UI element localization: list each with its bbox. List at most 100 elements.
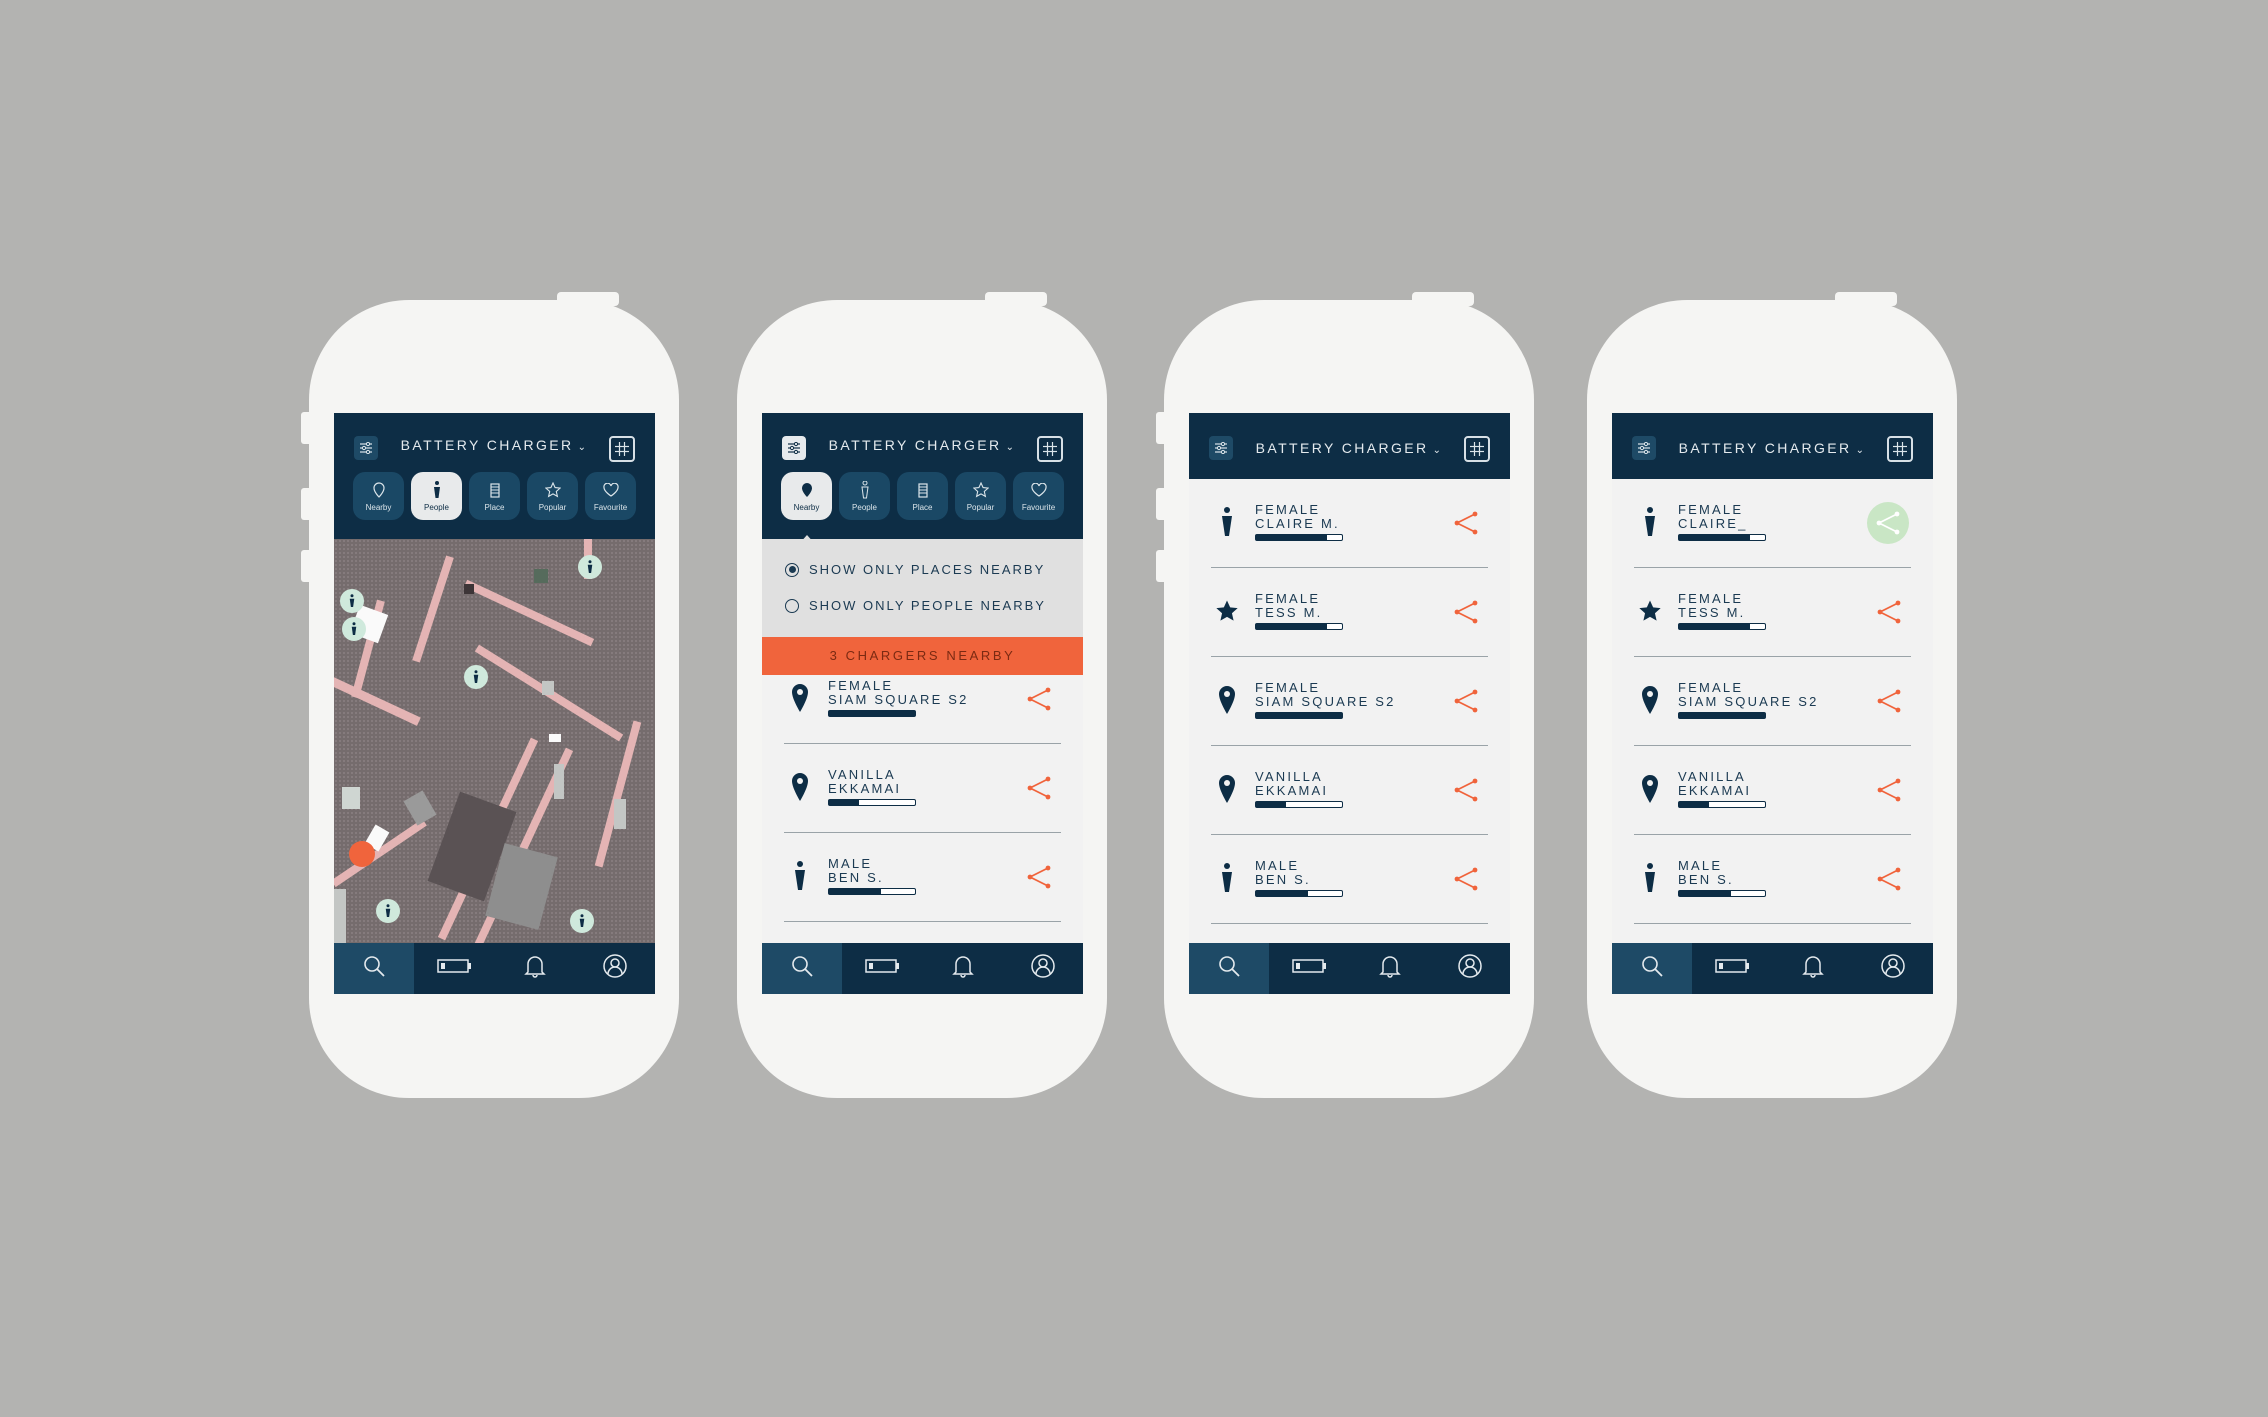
- list-item[interactable]: FEMALE CLAIRE M.: [1211, 479, 1488, 568]
- list-item[interactable]: FEMALE SIAM SQUARE S2: [784, 655, 1061, 744]
- nav-notifications[interactable]: [923, 943, 1003, 994]
- map-person-pin[interactable]: [570, 909, 594, 933]
- list-item[interactable]: MALE BEN S.: [784, 833, 1061, 922]
- item-title: FEMALE: [1255, 591, 1321, 606]
- list-item[interactable]: MALE BEN S.: [1211, 835, 1488, 924]
- tab-favourite[interactable]: Favourite: [1013, 472, 1064, 520]
- item-subtitle: CLAIRE M.: [1255, 516, 1340, 531]
- phone-top-button: [985, 292, 1047, 306]
- list-item[interactable]: FEMALE TESS M.: [1211, 568, 1488, 657]
- nav-search[interactable]: [1612, 943, 1693, 994]
- person-icon: [1215, 861, 1239, 895]
- map-building: [549, 734, 561, 742]
- share-icon[interactable]: [1452, 509, 1480, 537]
- bell-icon: [951, 954, 974, 983]
- tab-people[interactable]: People: [839, 472, 890, 520]
- nav-search[interactable]: [334, 943, 415, 994]
- battery-level-fill: [1256, 535, 1327, 540]
- nav-search[interactable]: [762, 943, 843, 994]
- battery-level-fill: [1256, 891, 1308, 896]
- item-subtitle: BEN S.: [1255, 872, 1311, 887]
- list-item[interactable]: FEMALE SIAM SQUARE S2: [1634, 657, 1911, 746]
- nav-profile[interactable]: [575, 943, 655, 994]
- tab-nearby[interactable]: Nearby: [353, 472, 404, 520]
- list-item[interactable]: FEMALE SIAM SQUARE S2: [1211, 657, 1488, 746]
- tab-nearby[interactable]: Nearby: [781, 472, 832, 520]
- tab-label: Nearby: [793, 503, 820, 512]
- list-item[interactable]: VANILLA EKKAMAI: [1634, 746, 1911, 835]
- app-title[interactable]: BATTERY CHARGER ⌄: [334, 437, 655, 453]
- map-grid-icon[interactable]: [1464, 436, 1490, 462]
- tab-label: Place: [484, 503, 505, 512]
- app-title-text: BATTERY CHARGER: [1255, 440, 1429, 456]
- filter-option-people[interactable]: SHOW ONLY PEOPLE NEARBY: [785, 598, 1046, 613]
- nav-notifications[interactable]: [1773, 943, 1853, 994]
- list-item[interactable]: VANILLA EKKAMAI: [1211, 746, 1488, 835]
- nav-profile[interactable]: [1430, 943, 1510, 994]
- map-person-pin[interactable]: [340, 589, 364, 613]
- tab-popular[interactable]: Popular: [527, 472, 578, 520]
- tab-place[interactable]: Place: [897, 472, 948, 520]
- phone-share-screen: BATTERY CHARGER ⌄ FEMALE CLAIRE_ FEMALE T…: [1587, 292, 1957, 1098]
- radio-selected[interactable]: [785, 562, 799, 577]
- app-title[interactable]: BATTERY CHARGER ⌄: [762, 437, 1083, 453]
- app-header: BATTERY CHARGER ⌄: [1189, 413, 1510, 479]
- search-icon: [362, 954, 386, 983]
- battery-level-bar: [1678, 623, 1766, 630]
- nav-battery[interactable]: [842, 943, 922, 994]
- tab-popular[interactable]: Popular: [955, 472, 1006, 520]
- list-item[interactable]: MALE BEN S.: [1634, 835, 1911, 924]
- map-grid-icon[interactable]: [609, 436, 635, 462]
- battery-level-fill: [1256, 802, 1287, 807]
- tab-label: Popular: [966, 503, 995, 512]
- app-title[interactable]: BATTERY CHARGER ⌄: [1612, 440, 1933, 456]
- tab-people[interactable]: People: [411, 472, 462, 520]
- share-icon[interactable]: [1452, 776, 1480, 804]
- tab-favourite[interactable]: Favourite: [585, 472, 636, 520]
- filter-option-places[interactable]: SHOW ONLY PLACES NEARBY: [785, 562, 1045, 577]
- tab-label: People: [424, 503, 449, 512]
- map-person-pin[interactable]: [342, 617, 366, 641]
- map-person-pin[interactable]: [464, 665, 488, 689]
- map-person-pin[interactable]: [376, 899, 400, 923]
- tab-place[interactable]: Place: [469, 472, 520, 520]
- battery-level-bar: [1255, 890, 1343, 897]
- share-icon[interactable]: [1025, 863, 1053, 891]
- map-person-pin[interactable]: [578, 555, 602, 579]
- nav-notifications[interactable]: [495, 943, 575, 994]
- share-icon[interactable]: [1867, 502, 1909, 544]
- map-grid-icon[interactable]: [1887, 436, 1913, 462]
- map-grid-icon[interactable]: [1037, 436, 1063, 462]
- share-icon[interactable]: [1025, 774, 1053, 802]
- share-icon[interactable]: [1875, 687, 1903, 715]
- nav-profile[interactable]: [1003, 943, 1083, 994]
- screen: BATTERY CHARGER ⌄ Nearby People Place Pop…: [762, 413, 1083, 994]
- item-subtitle: TESS M.: [1255, 605, 1323, 620]
- share-icon[interactable]: [1025, 685, 1053, 713]
- nav-battery[interactable]: [1269, 943, 1349, 994]
- nav-battery[interactable]: [414, 943, 494, 994]
- tab-label: Nearby: [365, 503, 392, 512]
- share-icon[interactable]: [1452, 865, 1480, 893]
- nav-profile[interactable]: [1853, 943, 1933, 994]
- app-title[interactable]: BATTERY CHARGER ⌄: [1189, 440, 1510, 456]
- nav-battery[interactable]: [1692, 943, 1772, 994]
- map-view[interactable]: [334, 539, 655, 951]
- share-icon[interactable]: [1452, 687, 1480, 715]
- battery-level-fill: [1679, 713, 1765, 718]
- map-building: [554, 764, 564, 799]
- share-icon[interactable]: [1875, 598, 1903, 626]
- chevron-down-icon: ⌄: [577, 442, 589, 453]
- share-icon[interactable]: [1875, 776, 1903, 804]
- phone-map-screen: BATTERY CHARGER ⌄ Nearby People Place Pop…: [301, 292, 679, 1098]
- list-item[interactable]: FEMALE TESS M.: [1634, 568, 1911, 657]
- share-icon[interactable]: [1875, 865, 1903, 893]
- share-icon[interactable]: [1452, 598, 1480, 626]
- search-icon: [790, 954, 814, 983]
- nav-notifications[interactable]: [1350, 943, 1430, 994]
- nav-search[interactable]: [1189, 943, 1270, 994]
- battery-icon: [1714, 957, 1750, 980]
- radio-unselected[interactable]: [785, 598, 799, 613]
- list-item[interactable]: VANILLA EKKAMAI: [784, 744, 1061, 833]
- list-item[interactable]: FEMALE CLAIRE_: [1634, 479, 1911, 568]
